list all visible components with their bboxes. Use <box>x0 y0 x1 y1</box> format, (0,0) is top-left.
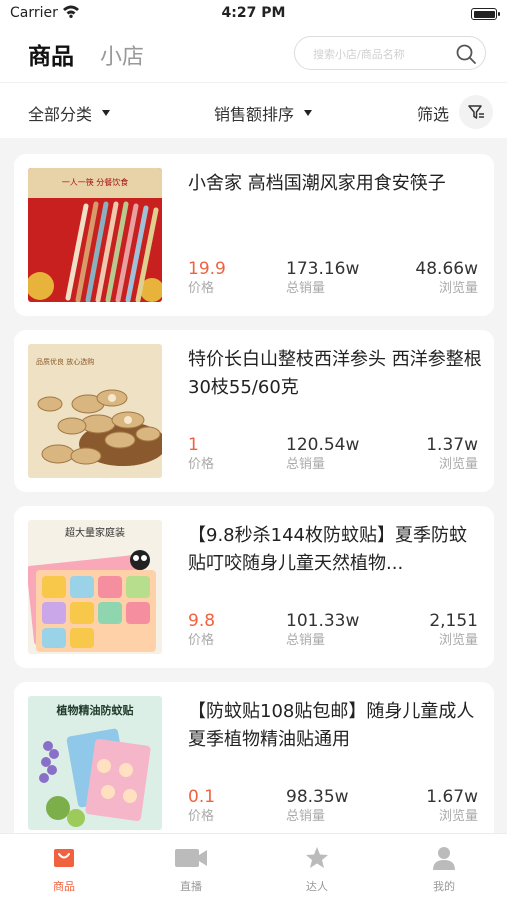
product-title[interactable]: 小舍家 高档国潮风家用食安筷子 <box>188 170 484 226</box>
sort-dropdown[interactable]: 销售额排序 <box>214 101 313 125</box>
views-value: 2,151 <box>429 611 478 631</box>
category-dropdown[interactable]: 全部分类 <box>28 101 111 125</box>
sales-label: 总销量 <box>286 457 326 472</box>
user-icon <box>404 844 484 872</box>
price-value: 1 <box>188 435 199 455</box>
price-label: 价格 <box>188 809 215 824</box>
sales-label: 总销量 <box>286 633 326 648</box>
sales-value: 101.33w <box>286 611 360 631</box>
tab-label: 直播 <box>180 880 202 893</box>
tab-label: 达人 <box>306 880 328 893</box>
funnel-button[interactable] <box>459 95 493 129</box>
caret-down-icon <box>304 110 313 116</box>
product-title[interactable]: 特价长白山整枝西洋参头 西洋参整根30枝55/60克 <box>188 346 484 402</box>
search-icon[interactable] <box>455 43 477 69</box>
star-person-icon <box>277 844 357 872</box>
price-value: 9.8 <box>188 611 216 631</box>
sales-stat: 101.33w 总销量 <box>286 610 359 650</box>
views-value: 1.37w <box>426 435 478 455</box>
status-bar: Carrier 4:27 PM <box>0 0 507 28</box>
product-image-chopsticks[interactable]: 一人一筷 分餐饮食 <box>28 168 162 302</box>
sales-stat: 98.35w 总销量 <box>286 786 349 826</box>
video-icon <box>151 844 231 872</box>
tab-influencer[interactable]: 达人 <box>277 844 357 894</box>
product-card[interactable]: 一人一筷 分餐饮食 小舍家 高档国潮风家用食安筷子 19.9 价格 173.16… <box>14 154 494 316</box>
search-input[interactable] <box>313 45 453 63</box>
product-image-mosquito-patch[interactable]: 超大量家庭装 <box>28 520 162 654</box>
product-title[interactable]: 【9.8秒杀144枚防蚊贴】夏季防蚊贴叮咬随身儿童天然植物... <box>188 522 484 578</box>
funnel-icon <box>468 105 484 119</box>
views-stat: 1.67w 浏览量 <box>426 786 478 826</box>
sales-value: 120.54w <box>286 435 360 455</box>
product-list[interactable]: 一人一筷 分餐饮食 小舍家 高档国潮风家用食安筷子 19.9 价格 173.16… <box>0 138 507 833</box>
views-label: 浏览量 <box>438 809 478 824</box>
filter-label: 筛选 <box>417 105 450 124</box>
sales-value: 173.16w <box>286 259 360 279</box>
category-label: 全部分类 <box>28 105 93 124</box>
tab-label: 商品 <box>53 880 75 893</box>
sales-label: 总销量 <box>286 809 326 824</box>
top-header: 商品 小店 <box>0 28 507 82</box>
tab-goods-nav[interactable]: 商品 <box>24 844 104 894</box>
product-card[interactable]: 超大量家庭装 【9.8秒杀144枚防蚊贴】夏季防蚊贴叮咬随身儿童天然植物... … <box>14 506 494 668</box>
tab-goods[interactable]: 商品 <box>28 37 74 71</box>
tab-shop[interactable]: 小店 <box>100 39 144 71</box>
price-label: 价格 <box>188 633 215 648</box>
search-box[interactable] <box>294 36 486 70</box>
product-image-text: 超大量家庭装 <box>65 526 125 539</box>
product-image-text: 植物精油防蚊贴 <box>56 703 134 717</box>
product-title[interactable]: 【防蚊贴108贴包邮】随身儿童成人夏季植物精油贴通用 <box>188 698 484 754</box>
price-label: 价格 <box>188 281 215 296</box>
bottom-tabbar: 商品 直播 达人 我的 <box>0 833 507 900</box>
filter-bar: 全部分类 销售额排序 筛选 <box>0 82 507 138</box>
caret-down-icon <box>102 110 111 116</box>
product-card[interactable]: 植物精油防蚊贴 【防蚊贴108贴包邮】随身儿童成人夏季植物精油贴通用 0.1 价… <box>14 682 494 833</box>
tab-label: 我的 <box>433 880 455 893</box>
price-value: 0.1 <box>188 787 216 807</box>
views-stat: 48.66w 浏览量 <box>415 258 478 298</box>
price-stat: 0.1 价格 <box>188 786 215 826</box>
price-stat: 19.9 价格 <box>188 258 226 298</box>
battery-icon <box>471 8 500 20</box>
views-label: 浏览量 <box>438 281 478 296</box>
views-stat: 2,151 浏览量 <box>429 610 478 650</box>
sales-value: 98.35w <box>286 787 349 807</box>
product-image-text: 品质优良 放心选购 <box>36 357 94 366</box>
price-value: 19.9 <box>188 259 226 279</box>
sales-label: 总销量 <box>286 281 326 296</box>
price-stat: 1 价格 <box>188 434 214 474</box>
views-value: 1.67w <box>426 787 478 807</box>
sales-stat: 173.16w 总销量 <box>286 258 359 298</box>
views-value: 48.66w <box>415 259 478 279</box>
tab-live[interactable]: 直播 <box>151 844 231 894</box>
views-label: 浏览量 <box>438 457 478 472</box>
price-stat: 9.8 价格 <box>188 610 215 650</box>
price-label: 价格 <box>188 457 215 472</box>
filter-button[interactable]: 筛选 <box>417 101 449 125</box>
product-image-text: 一人一筷 分餐饮食 <box>62 177 129 187</box>
tab-profile[interactable]: 我的 <box>404 844 484 894</box>
product-image-ginseng[interactable]: 品质优良 放心选购 <box>28 344 162 478</box>
status-time: 4:27 PM <box>221 5 286 21</box>
product-card[interactable]: 品质优良 放心选购 特价长白山整枝西洋参头 西洋参整根30枝55/60克 1 价… <box>14 330 494 492</box>
bag-icon <box>24 844 104 872</box>
views-label: 浏览量 <box>438 633 478 648</box>
sort-label: 销售额排序 <box>214 105 295 124</box>
product-image-essential-oil-patch[interactable]: 植物精油防蚊贴 <box>28 696 162 830</box>
sales-stat: 120.54w 总销量 <box>286 434 359 474</box>
views-stat: 1.37w 浏览量 <box>426 434 478 474</box>
